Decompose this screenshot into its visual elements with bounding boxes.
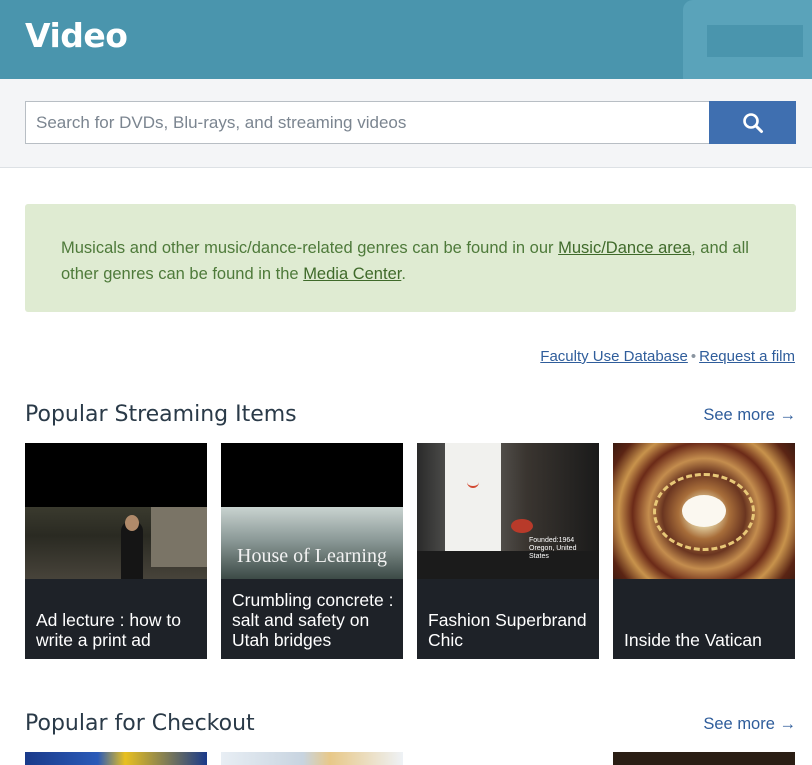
streaming-item-card[interactable]: Inside the Vatican xyxy=(613,443,795,659)
logo-mark xyxy=(511,519,533,533)
checkout-item-thumbnail[interactable] xyxy=(613,752,795,765)
thumbnail-caption: Founded:1964 Oregon, United States xyxy=(529,537,577,560)
vatican-dome-thumbnail xyxy=(613,443,795,579)
request-film-link[interactable]: Request a film xyxy=(699,348,795,365)
card-title: Inside the Vatican xyxy=(624,630,762,650)
fashion-thumbnail: Founded:1964 Oregon, United States xyxy=(417,443,599,579)
card-title: Fashion Superbrand Chic xyxy=(428,610,587,650)
building-scene xyxy=(221,507,403,579)
streaming-item-card[interactable]: Ad lecture : how to write a print ad xyxy=(25,443,207,659)
search-button[interactable] xyxy=(709,101,796,144)
utility-links: Faculty Use Database • Request a film xyxy=(540,348,795,365)
streaming-item-card[interactable]: Founded:1964 Oregon, United States Fashi… xyxy=(417,443,599,659)
lecture-board xyxy=(151,507,207,567)
streaming-item-card[interactable]: House of Learning Crumbling concrete : s… xyxy=(221,443,403,659)
card-title: Ad lecture : how to write a print ad xyxy=(36,610,181,650)
checkout-item-thumbnail[interactable] xyxy=(221,752,403,765)
dome-oculus xyxy=(682,495,726,527)
page-title: Video xyxy=(25,16,128,55)
genre-notice: Musicals and other music/dance-related g… xyxy=(25,204,796,312)
checkout-item-thumbnail[interactable] xyxy=(25,752,207,765)
shopping-bag xyxy=(445,443,501,551)
notice-text: . xyxy=(401,265,406,283)
notice-text: Musicals and other music/dance-related g… xyxy=(61,239,559,257)
faculty-use-database-link[interactable]: Faculty Use Database xyxy=(540,348,688,365)
lecture-thumbnail xyxy=(25,443,207,579)
thumbnail-caption: House of Learning xyxy=(237,545,387,567)
media-center-link[interactable]: Media Center xyxy=(303,265,401,283)
streaming-section-title: Popular Streaming Items xyxy=(25,402,297,427)
checkout-section-title: Popular for Checkout xyxy=(25,711,255,736)
streaming-see-more-link[interactable]: See more → xyxy=(703,406,796,425)
header-widget[interactable] xyxy=(707,25,803,57)
link-separator: • xyxy=(690,348,697,365)
music-dance-link[interactable]: Music/Dance area xyxy=(558,239,691,257)
concrete-thumbnail: House of Learning xyxy=(221,443,403,579)
site-header: Video xyxy=(0,0,812,79)
card-title: Crumbling concrete : salt and safety on … xyxy=(232,590,394,650)
checkout-see-more-link[interactable]: See more → xyxy=(703,715,796,734)
speaker-head xyxy=(125,515,139,531)
search-input[interactable] xyxy=(25,101,709,144)
search-icon xyxy=(743,113,763,133)
